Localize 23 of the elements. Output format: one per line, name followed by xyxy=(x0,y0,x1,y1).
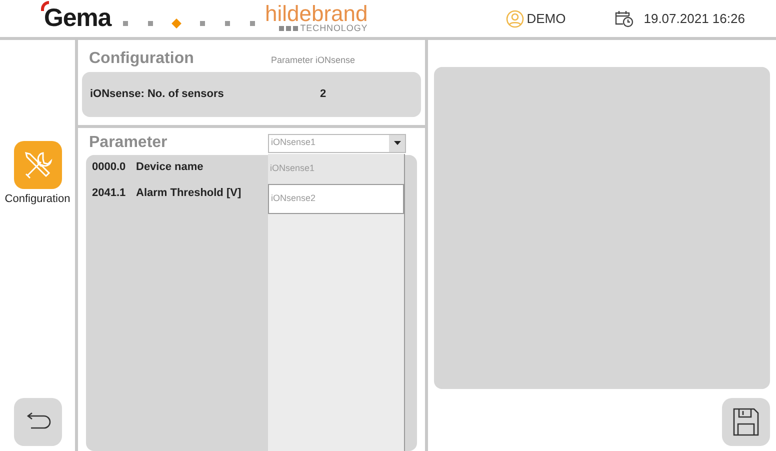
sensor-dropdown[interactable]: iONsense1 xyxy=(268,134,406,152)
back-button[interactable] xyxy=(14,398,62,446)
user-name: DEMO xyxy=(526,10,566,28)
date-time: 19.07.2021 16:26 xyxy=(644,10,745,28)
brand-name: hildebrand xyxy=(264,4,368,24)
calendar-clock-icon xyxy=(614,10,634,28)
section-title: Configuration xyxy=(89,49,195,69)
parameter-name: Alarm Threshold [V] xyxy=(136,186,242,200)
gema-logo: Gema xyxy=(44,0,111,38)
save-button[interactable] xyxy=(722,398,770,446)
section-title: Parameter xyxy=(88,133,168,153)
parameter-code: 0000.0 xyxy=(92,160,127,175)
dropdown-option[interactable]: iONsense1 xyxy=(268,154,404,184)
brand-tagline: TECHNOLOGY xyxy=(300,24,368,33)
configuration-nav-item[interactable]: Configuration xyxy=(4,141,70,208)
section-subtitle: Parameter iONsense xyxy=(271,54,356,67)
setting-value: 2 xyxy=(320,87,326,102)
setting-label: iONsense: No. of sensors xyxy=(90,87,225,102)
parameter-name: Device name xyxy=(136,160,204,175)
squares-icon xyxy=(279,26,298,31)
user-icon xyxy=(506,10,524,28)
parameter-code: 2041.1 xyxy=(92,186,127,200)
dropdown-option[interactable]: iONsense2 xyxy=(268,184,404,214)
